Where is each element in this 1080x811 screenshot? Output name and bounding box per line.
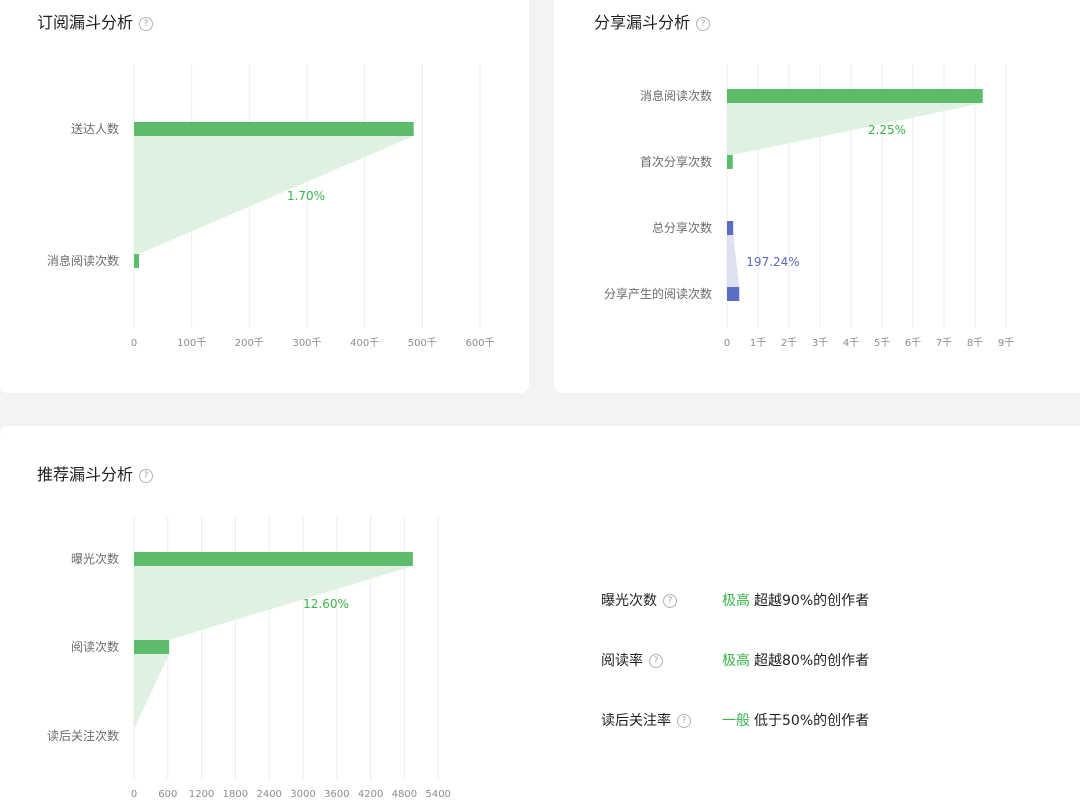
tick-label: 500千 [408,337,437,349]
category-label: 首次分享次数 [640,154,712,169]
share-chart: 0 1千 2千 3千 4千 5千 6千 7千 8千 9千 2.25% 197.24% 消息阅读次数首次分… [604,64,1014,349]
metric-label: 曝光次数? [601,590,677,610]
conversion-rate-label: 197.24% [746,255,799,269]
metric-level: 极高 [722,593,750,609]
tick-label: 5400 [425,789,450,800]
tick-label: 2千 [781,337,797,349]
funnel-bar [727,155,733,169]
funnel-link [134,136,414,254]
metric-label-text: 读后关注率 [601,713,671,729]
funnel-bar [134,640,170,654]
tick-label: 600 [158,789,177,800]
tick-label: 3600 [324,789,349,800]
tick-label: 600千 [465,337,494,349]
tick-label: 100千 [177,337,206,349]
funnel-bar [727,287,740,301]
recommend-chart: 0 600 1200 1800 2400 3000 3600 4200 4800 5400 12.6… [47,516,451,800]
category-label: 分享产生的阅读次数 [604,286,712,301]
metric-desc: 超越90%的创作者 [754,593,870,609]
tick-label: 0 [131,338,137,349]
conversion-rate-label: 1.70% [287,189,325,203]
tick-label: 3千 [812,337,828,349]
tick-label: 2400 [256,789,281,800]
metric-desc: 超越80%的创作者 [754,653,870,669]
category-label: 曝光次数 [71,551,119,566]
metric-desc: 低于50%的创作者 [754,713,870,729]
funnel-bar [727,89,983,103]
tick-label: 4800 [392,789,417,800]
metric-level: 一般 [722,713,750,729]
help-icon[interactable]: ? [677,714,691,728]
tick-label: 7千 [936,337,952,349]
conversion-rate-label: 2.25% [868,123,906,137]
tick-label: 4千 [843,337,859,349]
category-label: 送达人数 [71,121,119,136]
help-icon[interactable]: ? [663,594,677,608]
category-label: 读后关注次数 [47,728,119,743]
funnel-link [727,235,740,287]
funnel-bar [727,221,734,235]
category-label: 总分享次数 [652,220,712,235]
funnel-bar [134,552,413,566]
metric-label-text: 曝光次数 [601,593,657,609]
subscription-chart: 0 100千 200千 300千 400千 500千 600千 1.70% 送达人数消息阅读次数 [47,64,495,349]
tick-label: 5千 [874,337,890,349]
metric-level: 极高 [722,653,750,669]
funnel-bar [134,122,414,136]
funnel-bar [134,254,139,268]
metric-label: 读后关注率? [601,710,691,730]
metric-label-text: 阅读率 [601,653,643,669]
tick-label: 9千 [998,337,1014,349]
tick-label: 1800 [223,789,248,800]
tick-label: 8千 [967,337,983,349]
tick-label: 300千 [292,337,321,349]
help-icon[interactable]: ? [649,654,663,668]
tick-label: 4200 [358,789,383,800]
tick-label: 0 [724,338,730,349]
category-label: 阅读次数 [71,639,119,654]
metric-label: 阅读率? [601,650,663,670]
tick-label: 6千 [905,337,921,349]
funnel-link [134,654,170,729]
tick-label: 1200 [189,789,214,800]
category-label: 消息阅读次数 [640,88,712,103]
tick-label: 1千 [750,337,766,349]
category-label: 消息阅读次数 [47,253,119,268]
conversion-rate-label: 12.60% [303,597,349,611]
tick-label: 400千 [350,337,379,349]
tick-label: 200千 [235,337,264,349]
tick-label: 3000 [290,789,315,800]
tick-label: 0 [131,789,137,800]
funnel-charts: 0 100千 200千 300千 400千 500千 600千1.70%送达人数消息阅读次数… [47,64,1014,800]
